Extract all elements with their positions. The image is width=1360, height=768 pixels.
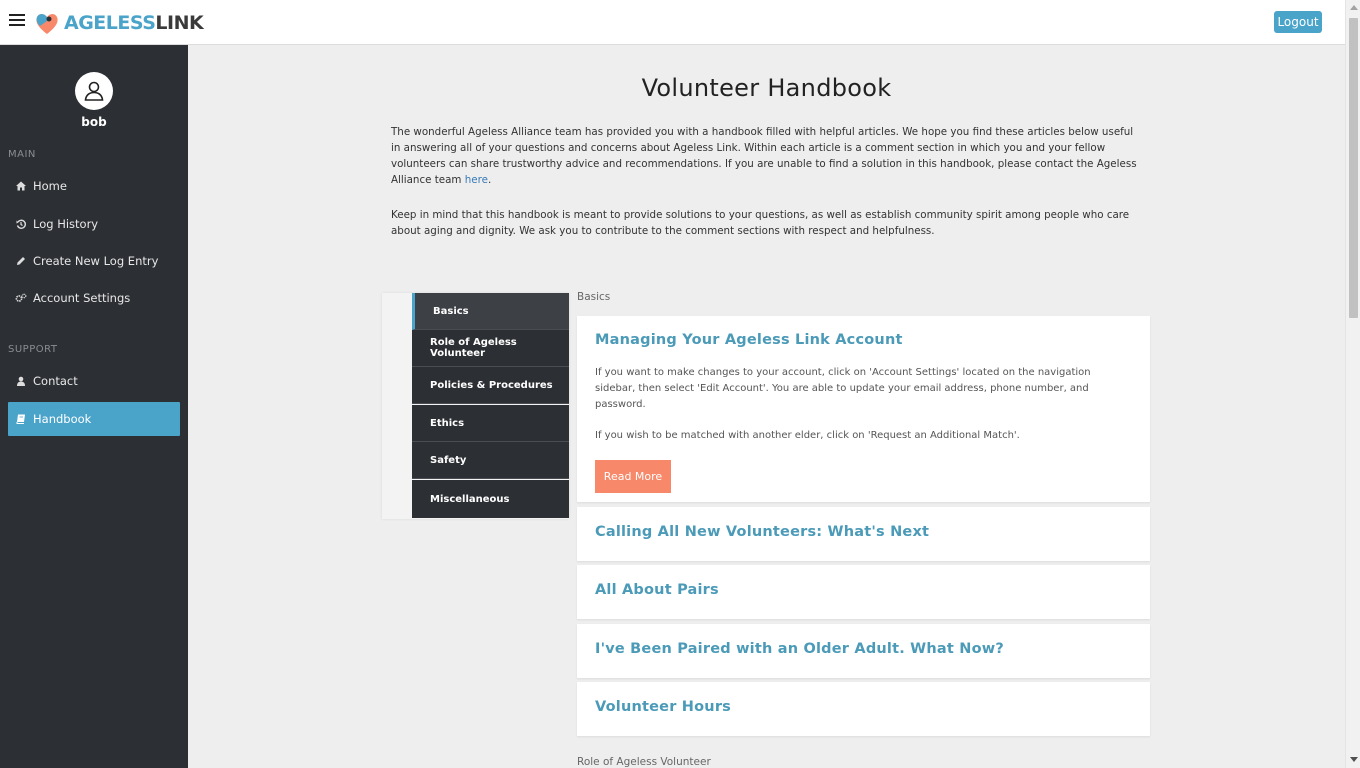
top-bar: AGELESSLINK Logout: [0, 0, 1345, 45]
scroll-thumb[interactable]: [1349, 18, 1358, 318]
sidebar-item-create-log[interactable]: Create New Log Entry: [8, 244, 180, 278]
tab-role-of-ageless-volunteer[interactable]: Role of Ageless Volunteer: [412, 330, 569, 367]
intro-paragraph-2: Keep in mind that this handbook is meant…: [391, 209, 1130, 237]
sidebar-item-label: Contact: [33, 374, 78, 388]
tab-miscellaneous[interactable]: Miscellaneous: [412, 480, 569, 518]
article-card[interactable]: All About Pairs: [577, 565, 1150, 619]
page-scrollbar[interactable]: [1345, 0, 1360, 768]
sidebar-item-label: Handbook: [33, 412, 92, 426]
sidebar-item-home[interactable]: Home: [8, 169, 180, 203]
article-excerpt: If you want to make changes to your acco…: [595, 367, 1091, 410]
contact-here-link[interactable]: here: [465, 174, 488, 186]
logo-text-link: LINK: [155, 12, 204, 34]
sidebar-item-label: Create New Log Entry: [33, 254, 159, 268]
cogs-icon: [15, 292, 27, 304]
intro-period: .: [487, 174, 492, 186]
sidebar-item-label: Log History: [33, 217, 99, 231]
history-icon: [15, 218, 27, 230]
tab-basics[interactable]: Basics: [412, 293, 569, 330]
sidebar: bob MAIN Home Log History Create New Log…: [0, 45, 188, 768]
article-title[interactable]: All About Pairs: [595, 582, 1132, 598]
username: bob: [81, 115, 107, 129]
user-icon: [15, 375, 27, 387]
logo[interactable]: AGELESSLINK: [34, 9, 204, 37]
sidebar-item-contact[interactable]: Contact: [8, 364, 180, 398]
article-title[interactable]: I've Been Paired with an Older Adult. Wh…: [595, 641, 1132, 657]
tab-policies-procedures[interactable]: Policies & Procedures: [412, 367, 569, 404]
scroll-down-arrow-icon[interactable]: [1350, 757, 1358, 762]
tab-ethics[interactable]: Ethics: [412, 405, 569, 442]
read-more-button[interactable]: Read More: [595, 460, 671, 493]
main-section-label: MAIN: [8, 149, 36, 160]
intro-text: The wonderful Ageless Alliance team has …: [391, 126, 1137, 186]
scroll-up-arrow-icon[interactable]: [1350, 5, 1358, 10]
page-title: Volunteer Handbook: [641, 74, 892, 102]
hamburger-menu-icon[interactable]: [9, 14, 25, 30]
article-card[interactable]: Calling All New Volunteers: What's Next: [577, 507, 1150, 561]
article-title[interactable]: Volunteer Hours: [595, 699, 1132, 715]
intro-paragraph-1: The wonderful Ageless Alliance team has …: [391, 124, 1141, 188]
article-title[interactable]: Managing Your Ageless Link Account: [595, 332, 1132, 348]
support-section-label: SUPPORT: [8, 344, 58, 355]
logout-button[interactable]: Logout: [1274, 11, 1322, 33]
article-card[interactable]: I've Been Paired with an Older Adult. Wh…: [577, 624, 1150, 678]
home-icon: [15, 180, 27, 192]
tab-safety[interactable]: Safety: [412, 442, 569, 479]
logo-heart-icon: [36, 14, 58, 34]
article-excerpt: If you wish to be matched with another e…: [595, 430, 1020, 441]
sidebar-item-handbook[interactable]: Handbook: [8, 402, 180, 436]
category-heading: Role of Ageless Volunteer: [577, 756, 711, 768]
user-avatar-icon: [84, 81, 104, 101]
article-card[interactable]: Volunteer Hours: [577, 682, 1150, 736]
book-icon: [15, 413, 27, 425]
sidebar-item-label: Account Settings: [33, 291, 131, 305]
avatar[interactable]: [75, 72, 113, 110]
article-card: Managing Your Ageless Link Account If yo…: [577, 316, 1150, 502]
logo-text-ageless: AGELESS: [64, 12, 156, 34]
sidebar-item-log-history[interactable]: Log History: [8, 207, 180, 241]
logo-text: AGELESSLINK: [64, 12, 204, 34]
sidebar-item-account-settings[interactable]: Account Settings: [8, 281, 180, 315]
sidebar-item-label: Home: [33, 179, 67, 193]
pencil-icon: [15, 255, 27, 267]
category-heading: Basics: [577, 291, 611, 303]
article-title[interactable]: Calling All New Volunteers: What's Next: [595, 524, 1132, 540]
